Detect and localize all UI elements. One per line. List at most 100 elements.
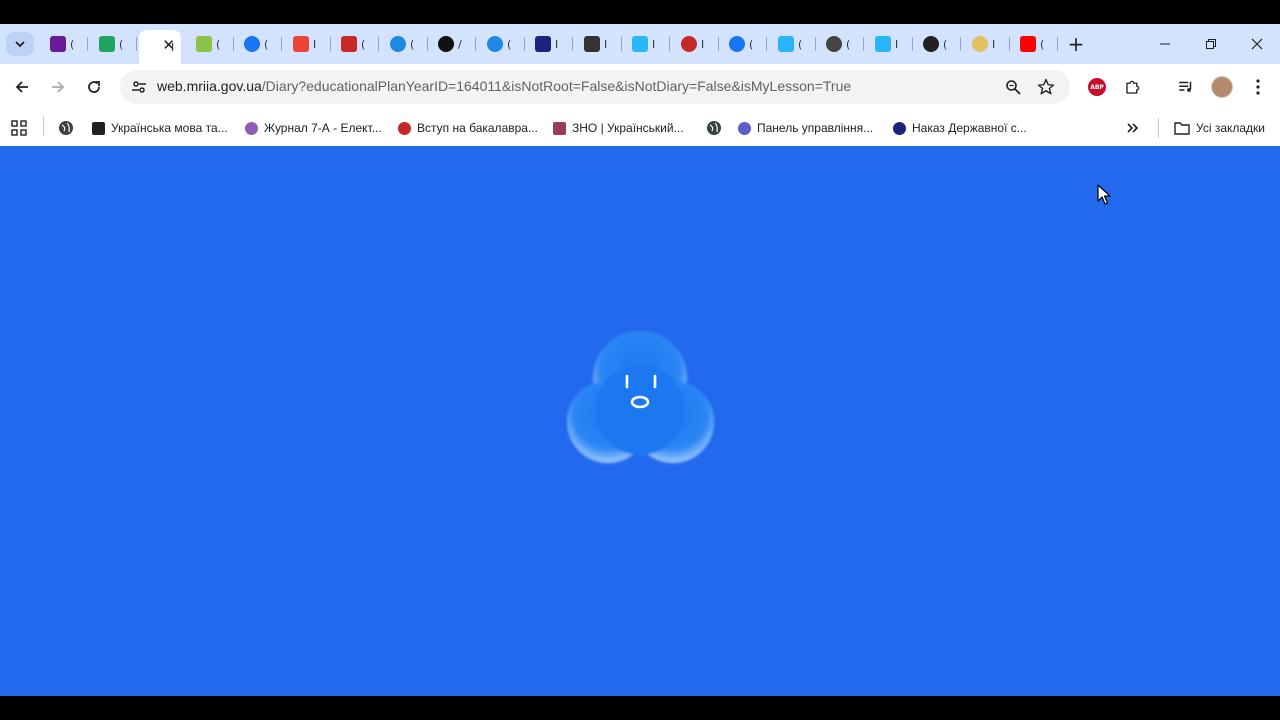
tab[interactable]: I [673,30,719,58]
url-host: web.mriia.gov.ua [157,78,262,94]
bookmark-label: Журнал 7-А - Елект... [264,121,382,135]
tab-separator [378,37,379,51]
tab[interactable]: ( [188,30,234,58]
tab-separator [718,37,719,51]
tab-separator [863,37,864,51]
tab[interactable]: ( [382,30,428,58]
bookmark-item[interactable]: Українська мова та... [92,118,228,138]
tab[interactable]: ( [236,30,282,58]
tab[interactable]: ( [721,30,767,58]
profile-button[interactable] [1211,76,1233,98]
tab-separator [1057,37,1058,51]
kebab-menu-icon [1256,79,1260,95]
journal-icon [245,121,258,135]
extensions-button[interactable] [1122,76,1144,98]
tab[interactable]: ( [42,30,88,58]
location-icon [893,121,906,135]
chrome-icon [826,36,842,52]
tab[interactable]: ( [915,30,961,58]
restore-button[interactable] [1188,32,1234,56]
tab-separator [1009,37,1010,51]
tab-separator [281,37,282,51]
apps-divider [43,116,44,136]
tab-title: I [701,37,705,51]
reload-button[interactable] [83,76,105,98]
tab[interactable]: ( [770,30,816,58]
tab-title: I [992,37,996,51]
page-content [0,146,1280,696]
globe-icon [706,120,722,136]
tab-separator [960,37,961,51]
c-circle-icon [390,36,406,52]
arrow-left-icon [15,81,28,93]
menu-button[interactable] [1247,76,1269,98]
rada-icon [535,36,551,52]
bookmark-item[interactable]: Вступ на бакалавра... [398,118,538,138]
apps-button[interactable] [11,118,27,138]
tab[interactable]: I [624,30,670,58]
bookmarks-divider [1158,118,1159,138]
tab-active[interactable]: I ✕ [139,30,181,64]
tab-title: ( [264,37,269,51]
bottom-letterbox [0,696,1280,720]
tab-title: / [458,37,462,51]
all-bookmarks-folder[interactable]: Усі закладки [1174,118,1265,138]
tab[interactable]: I [576,30,622,58]
id-card-icon [584,36,600,52]
site-settings-icon[interactable] [128,76,150,98]
ai-icon [438,36,454,52]
back-button[interactable] [11,76,33,98]
bookmark-item[interactable]: Журнал 7-А - Елект... [245,118,382,138]
page-icon [147,39,163,55]
tab[interactable]: ( [818,30,864,58]
puzzle-icon [1126,80,1140,94]
tab-title: I [555,37,559,51]
close-tab-icon[interactable]: ✕ [162,36,175,54]
mouse-cursor-icon [1097,184,1111,205]
adblock-extension-button[interactable]: ABP [1086,76,1108,98]
bookmark-item[interactable]: Наказ Державної с... [893,118,1027,138]
close-icon [1251,38,1263,50]
gmail-icon [293,36,309,52]
address-bar[interactable]: web.mriia.gov.ua/Diary?educationalPlanYe… [120,70,1070,104]
tab[interactable]: ( [91,30,137,58]
bookmark-label: ЗНО | Український... [572,121,684,135]
media-control-button[interactable] [1175,76,1197,98]
tab-title: I [652,37,656,51]
bookmark-item[interactable]: ЗНО | Український... [553,118,684,138]
tab-title: I [604,37,608,51]
forward-button[interactable] [47,76,69,98]
queue-music-icon [1179,81,1192,92]
tab-title: ( [943,37,948,51]
bookmark-item[interactable] [58,118,80,138]
mail-icon [341,36,357,52]
new-tab-button[interactable]: + [1066,34,1086,54]
bookmark-label: Панель управління... [757,121,874,135]
tab-separator [766,37,767,51]
tab[interactable]: ( [479,30,525,58]
adblock-icon: ABP [1088,78,1106,96]
tab[interactable]: I [285,30,331,58]
tab-search-button[interactable] [6,32,34,56]
tab[interactable]: I [964,30,1010,58]
bookmark-star-icon[interactable] [1035,76,1057,98]
url-text: web.mriia.gov.ua/Diary?educationalPlanYe… [157,78,851,94]
tab[interactable]: ( [333,30,379,58]
tab-separator [621,37,622,51]
more-bookmarks-button[interactable] [1126,118,1140,138]
tab[interactable]: / [430,30,476,58]
double-chevron-right-icon [1127,123,1139,133]
bookmark-item[interactable]: Панель управління... [738,118,873,138]
tab-separator [815,37,816,51]
tab[interactable]: I [867,30,913,58]
loading-mascot [567,331,714,463]
openai-icon [923,36,939,52]
zoom-icon[interactable] [1002,76,1024,98]
tab[interactable]: I [527,30,573,58]
tab[interactable]: ( [1012,30,1058,58]
close-window-button[interactable] [1234,32,1280,56]
bookmark-item[interactable] [706,118,728,138]
minimize-button[interactable] [1142,32,1188,56]
green-plus-icon [99,36,115,52]
colorful-squares-icon [50,36,66,52]
